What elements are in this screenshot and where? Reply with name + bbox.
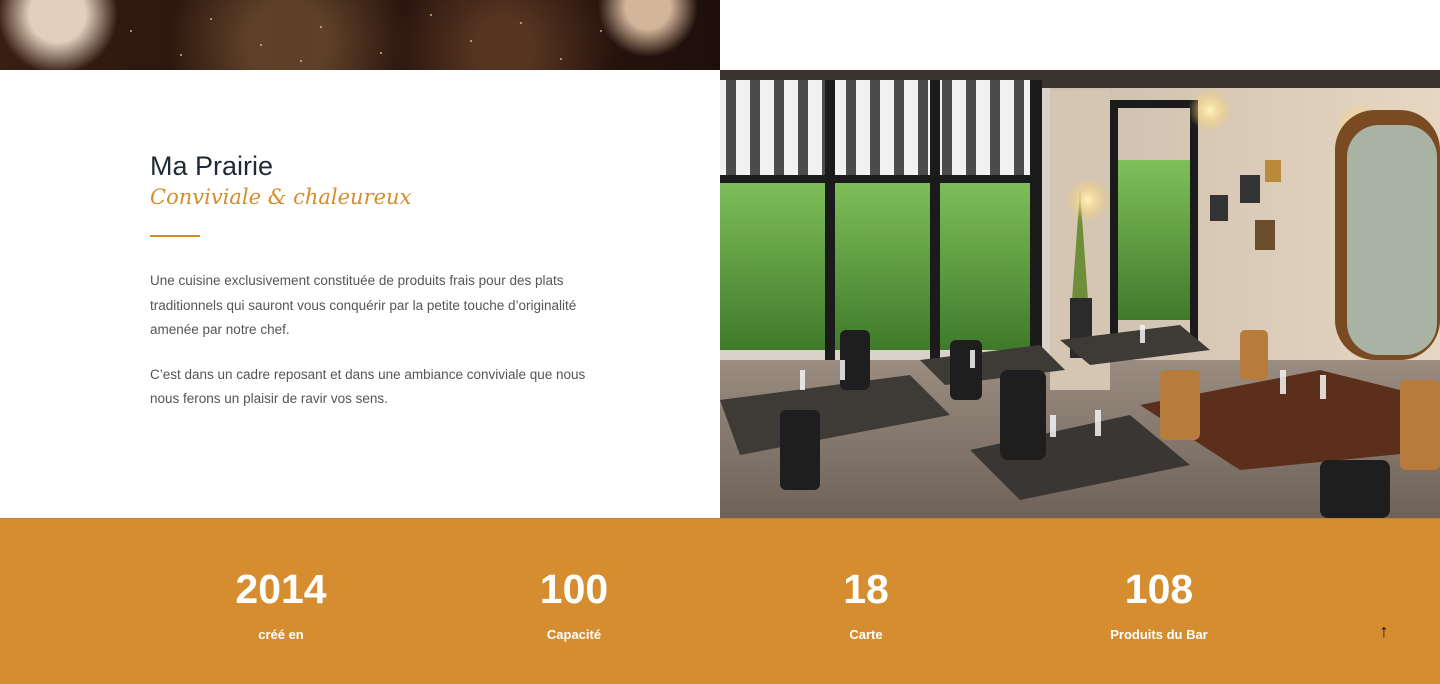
restaurant-interior-photo [720, 70, 1440, 518]
stats-band: 2014 créé en 100 Capacité 18 Carte 108 P… [0, 518, 1440, 684]
stat-number: 100 [539, 566, 609, 612]
stat-number: 108 [1124, 566, 1194, 612]
stat-label: Capacité [546, 627, 602, 642]
stat-number: 2014 [235, 566, 327, 612]
stat-label: créé en [258, 627, 304, 642]
arrow-up-icon: ↑ [1379, 621, 1389, 641]
stat-label: Produits du Bar [1110, 627, 1208, 642]
about-subtitle: Conviviale & chaleureux [150, 185, 412, 209]
stat-label: Carte [849, 627, 883, 642]
header-background-image [0, 0, 720, 70]
about-divider [150, 235, 200, 237]
about-paragraph: Une cuisine exclusivement constituée de … [150, 273, 577, 337]
about-section: Ma Prairie Conviviale & chaleureux Une c… [150, 150, 610, 412]
about-paragraph: C’est dans un cadre reposant et dans une… [150, 366, 586, 407]
about-title: Ma Prairie [150, 151, 274, 181]
stat-number: 18 [843, 566, 889, 612]
scroll-to-top-button[interactable]: ↑ [1372, 619, 1396, 643]
